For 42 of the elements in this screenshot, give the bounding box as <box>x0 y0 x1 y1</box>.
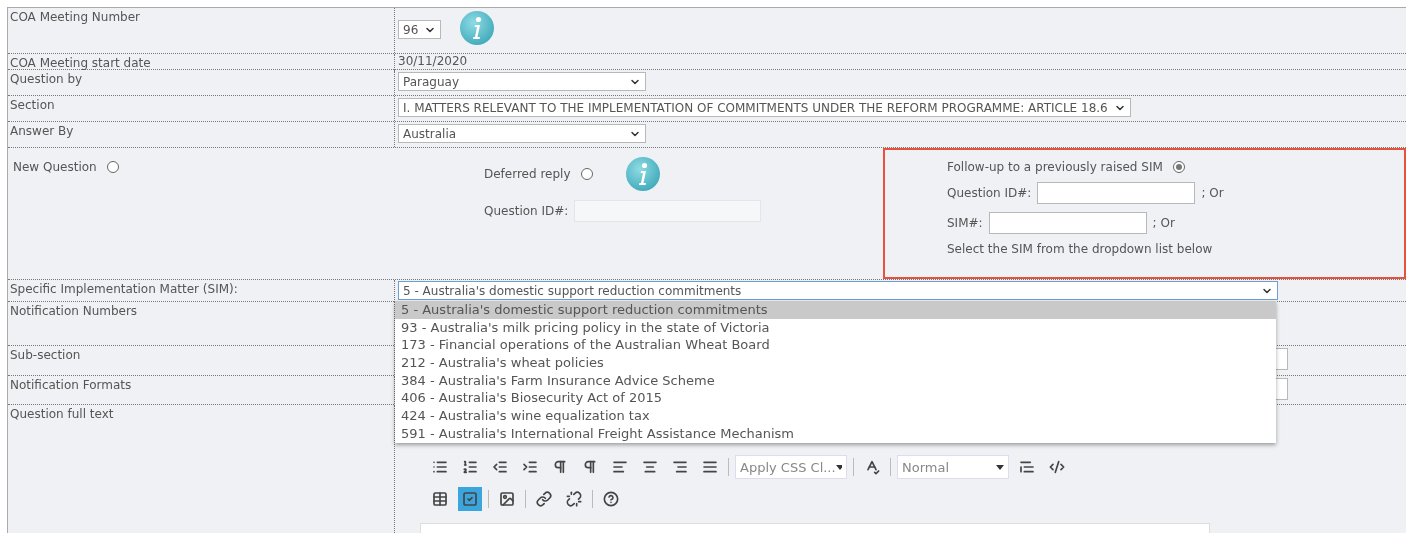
caret-icon <box>996 464 1004 470</box>
dropdown-option[interactable]: 5 - Australia's domestic support reduction commitments <box>395 301 1276 319</box>
field-label: Section <box>10 98 55 112</box>
info-icon[interactable] <box>459 10 496 46</box>
radio-button[interactable] <box>1172 161 1185 173</box>
section-dropdown[interactable]: I. MATTERS RELEVANT TO THE IMPLEMENTATION OF COMMITMENTS UNDER THE REFORM PROGRAMME: ARTICLE 18.6 <box>398 98 1131 117</box>
field-label: Question ID#: <box>947 186 1032 200</box>
radio-button[interactable] <box>106 161 119 173</box>
country-dropdown[interactable]: Paraguay <box>398 72 646 91</box>
field-label: SIM#: <box>947 216 983 230</box>
field-label: Specific Implementation Matter (SIM): <box>10 282 238 296</box>
dropdown-option[interactable]: 406 - Australia's Biosecurity Act of 2015 <box>395 389 1276 408</box>
field-label: Question full text <box>10 407 114 421</box>
radio-label: Follow-up to a previously raised SIM <box>947 160 1163 174</box>
radio-label: Deferred reply <box>484 167 571 181</box>
field-label: Question ID#: <box>484 204 569 218</box>
checked-square-icon[interactable] <box>458 487 482 511</box>
caret-icon <box>835 464 842 470</box>
field-label: Answer By <box>10 124 74 138</box>
field-label: Question by <box>10 72 83 86</box>
dropdown-option[interactable]: 212 - Australia's wheat policies <box>395 354 1276 372</box>
style-dropdown[interactable]: Apply CSS Cl... <box>735 455 847 479</box>
radio-button[interactable] <box>580 168 593 180</box>
dropdown-option[interactable]: 424 - Australia's wine equalization tax <box>395 407 1276 425</box>
sim-dropdown[interactable]: 5 - Australia's domestic support reduction commitments <box>398 281 1278 300</box>
field-label: COA Meeting start date <box>10 56 151 70</box>
field-suffix: ; Or <box>1201 186 1224 200</box>
sim-number-field[interactable] <box>988 212 1147 234</box>
field-label: Notification Numbers <box>10 304 138 318</box>
dropdown-option[interactable]: 173 - Financial operations of the Australian Wheat Board <box>395 336 1276 355</box>
field-label: Sub-section <box>10 348 81 362</box>
field-label: Notification Formats <box>10 378 132 392</box>
meeting-number-dropdown[interactable]: 96 <box>398 20 442 39</box>
style-dropdown[interactable]: Normal <box>897 455 1009 479</box>
radio-label: New Question <box>13 160 97 174</box>
question-id-field[interactable] <box>1037 182 1196 204</box>
country-dropdown[interactable]: Australia <box>398 124 646 143</box>
field-value: 30/11/2020 <box>398 54 468 68</box>
field-label: COA Meeting Number <box>10 10 141 24</box>
info-icon[interactable] <box>624 156 661 192</box>
field-suffix: ; Or <box>1152 216 1175 230</box>
hint-text: Select the SIM from the dropdown list below <box>947 242 1214 256</box>
